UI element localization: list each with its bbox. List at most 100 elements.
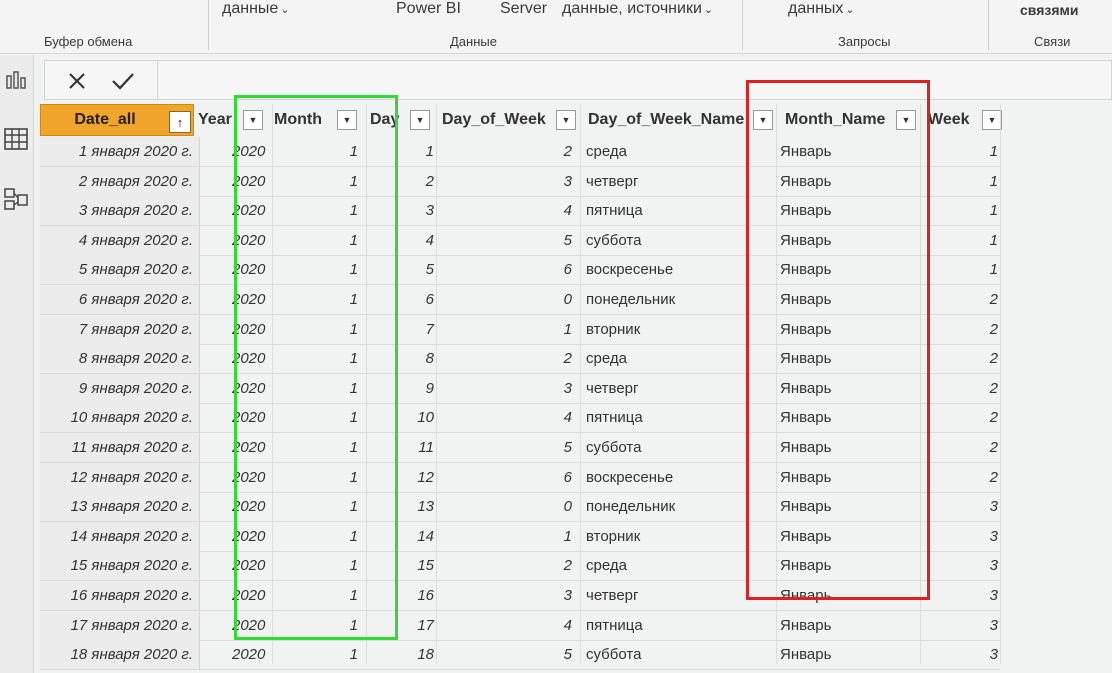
month-cell[interactable]: 1	[272, 285, 364, 314]
table-row[interactable]: 1 января 2020 г. 2020 1 1 2 среда Январь 1	[40, 137, 1000, 167]
model-view-icon[interactable]	[0, 183, 32, 215]
week-cell[interactable]: 2	[920, 463, 998, 492]
day-cell[interactable]: 2	[370, 167, 434, 196]
table-row[interactable]: 8 января 2020 г. 2020 1 8 2 среда Январь 2	[40, 344, 1000, 375]
day-of-week-name-cell[interactable]: воскресенье	[586, 255, 776, 284]
day-cell[interactable]: 8	[370, 344, 434, 373]
month-name-cell[interactable]: Январь	[780, 433, 920, 462]
month-cell[interactable]: 1	[272, 344, 364, 373]
year-cell[interactable]: 2020	[232, 255, 272, 284]
cancel-formula-button[interactable]	[59, 65, 95, 97]
date-cell[interactable]: 16 января 2020 г.	[40, 581, 200, 610]
week-cell[interactable]: 2	[920, 344, 998, 373]
day-of-week-name-cell[interactable]: пятница	[586, 196, 776, 225]
day-of-week-cell[interactable]: 4	[436, 196, 576, 225]
week-cell[interactable]: 3	[920, 522, 998, 551]
day-cell[interactable]: 15	[370, 551, 434, 580]
day-of-week-cell[interactable]: 4	[436, 403, 576, 432]
year-cell[interactable]: 2020	[232, 374, 272, 403]
year-cell[interactable]: 2020	[232, 315, 272, 344]
ribbon-power-bi-button[interactable]: Power BI	[396, 0, 461, 18]
filter-dropdown-icon[interactable]: ▼	[753, 110, 773, 130]
report-view-icon[interactable]	[0, 63, 32, 95]
date-cell[interactable]: 11 января 2020 г.	[40, 433, 200, 462]
week-cell[interactable]: 3	[920, 492, 998, 521]
week-cell[interactable]: 2	[920, 403, 998, 432]
ribbon-data-sources-dropdown[interactable]: данные, источники ⌄	[562, 0, 713, 18]
day-of-week-cell[interactable]: 3	[436, 167, 576, 196]
day-cell[interactable]: 5	[370, 255, 434, 284]
ribbon-manage-relationships-button[interactable]: связями	[1020, 2, 1078, 18]
month-name-cell[interactable]: Январь	[780, 522, 920, 551]
week-cell[interactable]: 1	[920, 196, 998, 225]
month-cell[interactable]: 1	[272, 226, 364, 255]
week-cell[interactable]: 1	[920, 255, 998, 284]
day-of-week-name-cell[interactable]: четверг	[586, 581, 776, 610]
day-cell[interactable]: 11	[370, 433, 434, 462]
month-name-cell[interactable]: Январь	[780, 344, 920, 373]
month-cell[interactable]: 1	[272, 522, 364, 551]
year-cell[interactable]: 2020	[232, 463, 272, 492]
year-cell[interactable]: 2020	[232, 581, 272, 610]
day-cell[interactable]: 1	[370, 137, 434, 166]
table-row[interactable]: 4 января 2020 г. 2020 1 4 5 суббота Январь 1	[40, 225, 1000, 256]
day-of-week-cell[interactable]: 1	[436, 315, 576, 344]
date-cell[interactable]: 18 января 2020 г.	[40, 640, 200, 670]
day-of-week-cell[interactable]: 5	[436, 226, 576, 255]
date-cell[interactable]: 8 января 2020 г.	[40, 344, 200, 374]
commit-formula-button[interactable]	[105, 65, 141, 97]
date-cell[interactable]: 10 января 2020 г.	[40, 403, 200, 433]
column-header-month-name[interactable]: Month_Name	[785, 104, 895, 136]
day-of-week-cell[interactable]: 5	[436, 640, 576, 669]
month-cell[interactable]: 1	[272, 551, 364, 580]
day-cell[interactable]: 4	[370, 226, 434, 255]
week-cell[interactable]: 2	[920, 315, 998, 344]
year-cell[interactable]: 2020	[232, 492, 272, 521]
day-cell[interactable]: 6	[370, 285, 434, 314]
day-of-week-cell[interactable]: 0	[436, 492, 576, 521]
day-cell[interactable]: 18	[370, 640, 434, 669]
sort-ascending-icon[interactable]: ↑	[169, 111, 191, 133]
day-cell[interactable]: 9	[370, 374, 434, 403]
day-of-week-name-cell[interactable]: суббота	[586, 640, 776, 669]
day-of-week-cell[interactable]: 4	[436, 611, 576, 640]
year-cell[interactable]: 2020	[232, 403, 272, 432]
date-cell[interactable]: 7 января 2020 г.	[40, 314, 200, 344]
year-cell[interactable]: 2020	[232, 167, 272, 196]
filter-dropdown-icon[interactable]: ▼	[982, 110, 1002, 130]
date-cell[interactable]: 5 января 2020 г.	[40, 255, 200, 285]
month-name-cell[interactable]: Январь	[780, 581, 920, 610]
date-cell[interactable]: 1 января 2020 г.	[40, 137, 200, 166]
day-of-week-cell[interactable]: 2	[436, 344, 576, 373]
date-cell[interactable]: 4 января 2020 г.	[40, 225, 200, 255]
day-of-week-name-cell[interactable]: среда	[586, 344, 776, 373]
table-row[interactable]: 18 января 2020 г. 2020 1 18 5 суббота Январь 3	[40, 640, 1000, 671]
week-cell[interactable]: 1	[920, 226, 998, 255]
month-name-cell[interactable]: Январь	[780, 403, 920, 432]
week-cell[interactable]: 3	[920, 640, 998, 669]
column-header-day-of-week[interactable]: Day_of_Week	[442, 104, 552, 136]
day-cell[interactable]: 14	[370, 522, 434, 551]
month-cell[interactable]: 1	[272, 255, 364, 284]
year-cell[interactable]: 2020	[232, 640, 272, 669]
table-row[interactable]: 16 января 2020 г. 2020 1 16 3 четверг Январь 3	[40, 581, 1000, 611]
day-of-week-name-cell[interactable]: понедельник	[586, 492, 776, 521]
day-of-week-name-cell[interactable]: понедельник	[586, 285, 776, 314]
table-row[interactable]: 13 января 2020 г. 2020 1 13 0 понедельник Янва…	[40, 492, 1000, 523]
day-of-week-name-cell[interactable]: воскресенье	[586, 463, 776, 492]
day-of-week-cell[interactable]: 5	[436, 433, 576, 462]
day-of-week-name-cell[interactable]: вторник	[586, 522, 776, 551]
day-of-week-cell[interactable]: 6	[436, 463, 576, 492]
table-row[interactable]: 10 января 2020 г. 2020 1 10 4 пятница Январь 2	[40, 403, 1000, 434]
filter-dropdown-icon[interactable]: ▼	[243, 110, 263, 130]
month-cell[interactable]: 1	[272, 374, 364, 403]
data-view-icon[interactable]	[0, 123, 32, 155]
month-cell[interactable]: 1	[272, 196, 364, 225]
month-cell[interactable]: 1	[272, 137, 364, 166]
table-row[interactable]: 7 января 2020 г. 2020 1 7 1 вторник Январь 2	[40, 314, 1000, 345]
date-cell[interactable]: 13 января 2020 г.	[40, 492, 200, 522]
day-of-week-cell[interactable]: 1	[436, 522, 576, 551]
month-name-cell[interactable]: Январь	[780, 374, 920, 403]
day-of-week-name-cell[interactable]: пятница	[586, 611, 776, 640]
year-cell[interactable]: 2020	[232, 551, 272, 580]
